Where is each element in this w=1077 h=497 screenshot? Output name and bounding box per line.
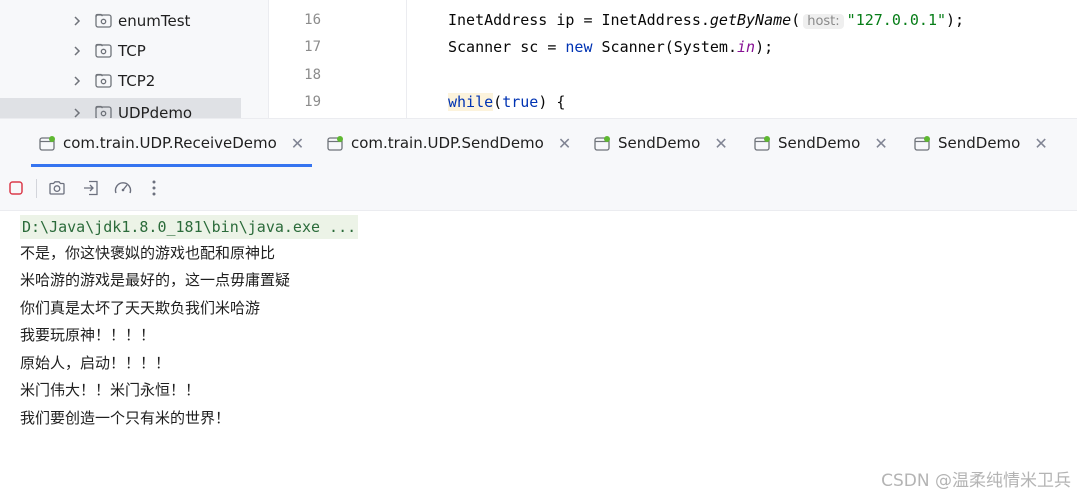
tree-item-tcp2[interactable]: TCP2	[0, 66, 241, 96]
tab-label: com.train.UDP.ReceiveDemo	[63, 134, 277, 152]
run-config-icon	[327, 135, 343, 151]
code-line-19[interactable]: while(true) {	[448, 93, 565, 111]
run-config-icon	[754, 135, 770, 151]
run-config-icon	[39, 135, 55, 151]
console-output[interactable]: D:\Java\jdk1.8.0_181\bin\java.exe ... 不是…	[0, 211, 1077, 497]
toolbar-divider	[36, 179, 37, 198]
code-text: ) {	[538, 93, 566, 111]
tree-item-udpdemo[interactable]: UDPdemo	[0, 98, 241, 118]
tree-item-enumtest[interactable]: enumTest	[0, 6, 241, 36]
code-field: in	[737, 38, 756, 56]
more-vertical-icon	[152, 180, 156, 196]
code-text: InetAddress ip = InetAddress.	[448, 11, 710, 29]
tab-label: SendDemo	[778, 134, 861, 152]
tab-label: SendDemo	[938, 134, 1021, 152]
package-folder-icon	[95, 43, 112, 58]
code-editor[interactable]: 16 17 18 19 InetAddress ip = InetAddress…	[269, 0, 1077, 118]
code-line-16[interactable]: InetAddress ip = InetAddress.getByName(h…	[448, 11, 964, 29]
more-button[interactable]	[144, 178, 164, 198]
tab-send-demo-1[interactable]: SendDemo ✕	[594, 119, 728, 167]
code-keyword: true	[502, 93, 539, 111]
package-folder-icon	[95, 73, 112, 88]
console-command-line: D:\Java\jdk1.8.0_181\bin\java.exe ...	[20, 215, 359, 239]
code-text: Scanner sc =	[448, 38, 566, 56]
run-config-icon	[914, 135, 930, 151]
chevron-right-icon[interactable]	[72, 45, 82, 57]
code-line-17[interactable]: Scanner sc = new Scanner(System.in);	[448, 38, 773, 56]
line-number: 17	[304, 39, 321, 55]
project-tree: enumTest TCP TCP2 UDPdemo	[0, 0, 268, 118]
restore-layout-button[interactable]	[81, 178, 101, 198]
close-icon[interactable]: ✕	[714, 134, 727, 153]
package-folder-icon	[95, 105, 112, 118]
tree-item-tcp[interactable]: TCP	[0, 36, 241, 66]
console-line: 米哈游的游戏是最好的，这一点毋庸置疑	[20, 271, 291, 289]
top-panel: enumTest TCP TCP2 UDPdemo 16 17 18 19 In…	[0, 0, 1077, 118]
code-string: "127.0.0.1"	[846, 11, 947, 29]
tree-item-label: UDPdemo	[118, 104, 193, 118]
console-line: 不是，你这快褒姒的游戏也配和原神比	[20, 244, 276, 262]
code-text: );	[755, 38, 774, 56]
code-keyword: new	[565, 38, 593, 56]
chevron-right-icon[interactable]	[72, 107, 82, 118]
close-icon[interactable]: ✕	[291, 134, 304, 153]
close-icon[interactable]: ✕	[874, 134, 887, 153]
code-text: (	[493, 93, 503, 111]
chevron-right-icon[interactable]	[72, 75, 82, 87]
code-text: (	[791, 11, 801, 29]
code-text: );	[946, 11, 965, 29]
exit-icon	[84, 180, 98, 196]
console-line: 你们真是太坏了天天欺负我们米哈游	[20, 299, 261, 317]
tree-item-label: enumTest	[118, 12, 191, 30]
stop-icon	[9, 181, 23, 195]
gauge-icon	[114, 182, 132, 194]
tab-label: com.train.UDP.SendDemo	[351, 134, 544, 152]
chevron-right-icon[interactable]	[72, 15, 82, 27]
parameter-hint: host:	[803, 14, 844, 29]
close-icon[interactable]: ✕	[1034, 134, 1047, 153]
run-toolbar	[0, 167, 1077, 211]
tree-item-label: TCP2	[118, 72, 156, 90]
console-line: 米门伟大！！米门永恒！！	[20, 381, 201, 399]
screenshot-button[interactable]	[47, 178, 67, 198]
code-text: Scanner(System.	[592, 38, 737, 56]
stop-button[interactable]	[6, 178, 26, 198]
code-keyword: while	[448, 93, 494, 111]
tab-send-demo-full[interactable]: com.train.UDP.SendDemo ✕	[327, 119, 571, 167]
package-folder-icon	[95, 13, 112, 28]
line-number: 16	[304, 12, 321, 28]
tab-send-demo-2[interactable]: SendDemo ✕	[754, 119, 888, 167]
tab-label: SendDemo	[618, 134, 701, 152]
line-number: 18	[304, 67, 321, 83]
run-tab-bar: com.train.UDP.ReceiveDemo ✕ com.train.UD…	[0, 118, 1077, 168]
profiler-button[interactable]	[113, 178, 133, 198]
watermark: CSDN @温柔纯情米卫兵	[881, 471, 1071, 491]
camera-icon	[49, 181, 65, 195]
line-number: 19	[304, 94, 321, 110]
run-config-icon	[594, 135, 610, 151]
indent-guide	[406, 0, 407, 118]
tab-receive-demo[interactable]: com.train.UDP.ReceiveDemo ✕	[31, 119, 313, 167]
close-icon[interactable]: ✕	[558, 134, 571, 153]
console-line: 原始人，启动！！！！	[20, 354, 171, 372]
console-line: 我们要创造一个只有米的世界！	[20, 409, 231, 427]
tree-item-label: TCP	[118, 42, 146, 60]
tab-send-demo-3[interactable]: SendDemo ✕	[914, 119, 1048, 167]
code-method: getByName	[709, 11, 792, 29]
console-line: 我要玩原神！！！！	[20, 326, 156, 344]
